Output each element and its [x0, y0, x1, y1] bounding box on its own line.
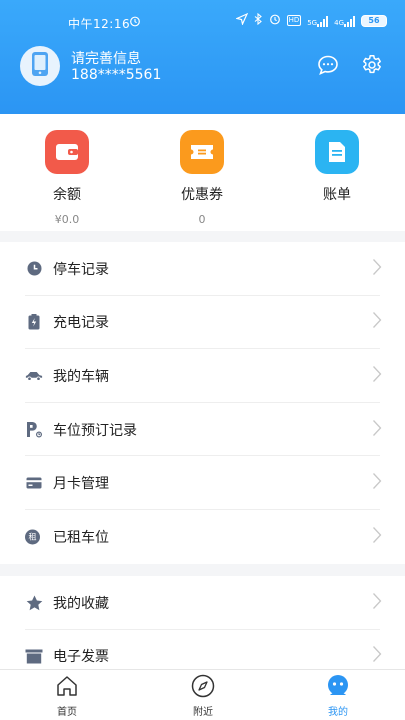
tab-mine[interactable]: 我的 — [308, 673, 368, 718]
menu-item-space-reservation[interactable]: 车位预订记录 — [0, 403, 405, 457]
compass-icon — [190, 673, 216, 699]
chevron-right-icon — [372, 592, 382, 614]
wallet-section: 余额 ¥0.0 优惠券 0 账单 — [0, 114, 405, 231]
tab-label: 首页 — [57, 707, 77, 718]
menu-item-my-vehicles[interactable]: 我的车辆 — [0, 349, 405, 403]
tab-label: 我的 — [328, 707, 348, 718]
settings-gear-icon[interactable] — [361, 54, 383, 80]
menu-item-rented-spaces[interactable]: 租 已租车位 — [0, 510, 405, 564]
star-icon — [25, 594, 43, 612]
coupon-label: 优惠券 — [181, 187, 223, 203]
menu-item-label: 我的收藏 — [53, 595, 109, 612]
bill-label: 账单 — [323, 187, 351, 203]
chevron-right-icon — [372, 419, 382, 441]
status-bar: 中午12:16 HD 5G 4G 56 — [0, 0, 405, 44]
message-icon[interactable] — [317, 54, 339, 80]
menu-item-label: 月卡管理 — [53, 476, 109, 493]
phone-icon — [31, 51, 49, 81]
tab-label: 附近 — [193, 707, 213, 718]
menu-item-monthly-card[interactable]: 月卡管理 — [0, 456, 405, 510]
parking-icon — [25, 421, 43, 439]
menu-item-label: 停车记录 — [53, 261, 109, 278]
chevron-right-icon — [372, 472, 382, 494]
car-icon — [25, 367, 43, 385]
menu-item-label: 电子发票 — [53, 649, 109, 666]
card-icon — [25, 474, 43, 492]
chevron-right-icon — [372, 311, 382, 333]
menu-group-2: 我的收藏 电子发票 — [0, 576, 405, 669]
location-icon — [234, 12, 248, 28]
chevron-right-icon — [372, 258, 382, 280]
clock-icon — [25, 260, 43, 278]
bill-item[interactable]: 账单 — [287, 130, 387, 204]
menu-item-label: 已租车位 — [53, 529, 109, 546]
menu-item-label: 充电记录 — [53, 315, 109, 332]
menu-item-favorites[interactable]: 我的收藏 — [0, 576, 405, 630]
signal-4g-icon: 4G — [334, 15, 355, 27]
bluetooth-icon — [254, 12, 263, 28]
menu-item-parking-records[interactable]: 停车记录 — [0, 242, 405, 296]
chevron-right-icon — [372, 526, 382, 548]
signal-4g-label: 4G — [334, 18, 344, 27]
chevron-right-icon — [372, 645, 382, 667]
profile-icon — [325, 673, 351, 699]
alarm-icon — [129, 15, 141, 30]
chevron-right-icon — [372, 365, 382, 387]
menu-item-e-invoice[interactable]: 电子发票 — [0, 630, 405, 669]
menu-group-1: 停车记录 充电记录 我的车辆 车位预订记录 月卡管理 租 已租车位 — [0, 242, 405, 564]
home-icon — [54, 673, 80, 699]
wallet-icon — [45, 130, 89, 174]
menu-item-charging-records[interactable]: 充电记录 — [0, 296, 405, 350]
signal-5g-label: 5G — [307, 18, 318, 27]
rent-icon: 租 — [25, 529, 40, 545]
tab-nearby[interactable]: 附近 — [173, 673, 233, 718]
bottom-tab-bar: 首页 附近 我的 — [0, 669, 405, 720]
coupon-icon — [180, 130, 224, 174]
menu-item-label: 我的车辆 — [53, 368, 109, 385]
coupon-value: 0 — [198, 213, 206, 226]
profile-name[interactable]: 请完善信息 — [71, 48, 141, 68]
battery-charge-icon — [25, 313, 43, 331]
invoice-icon — [25, 647, 43, 665]
balance-value: ¥0.0 — [54, 213, 80, 226]
tab-home[interactable]: 首页 — [37, 673, 97, 718]
header: 中午12:16 HD 5G 4G 56 请完善信息 188****5561 — [0, 0, 405, 114]
profile-section[interactable]: 请完善信息 188****5561 — [20, 46, 385, 88]
profile-phone: 188****5561 — [71, 67, 162, 83]
hd-badge: HD — [286, 15, 302, 26]
avatar[interactable] — [20, 46, 60, 86]
alarm-small-icon — [269, 13, 281, 28]
balance-label: 余额 — [53, 187, 81, 203]
menu-item-label: 车位预订记录 — [53, 422, 137, 439]
balance-item[interactable]: 余额 ¥0.0 — [17, 130, 117, 226]
coupon-item[interactable]: 优惠券 0 — [152, 130, 252, 226]
battery-icon: 56 — [361, 14, 387, 27]
status-time: 中午12:16 — [68, 17, 131, 31]
signal-5g-icon: 5G — [307, 15, 329, 27]
bill-icon — [315, 130, 359, 174]
